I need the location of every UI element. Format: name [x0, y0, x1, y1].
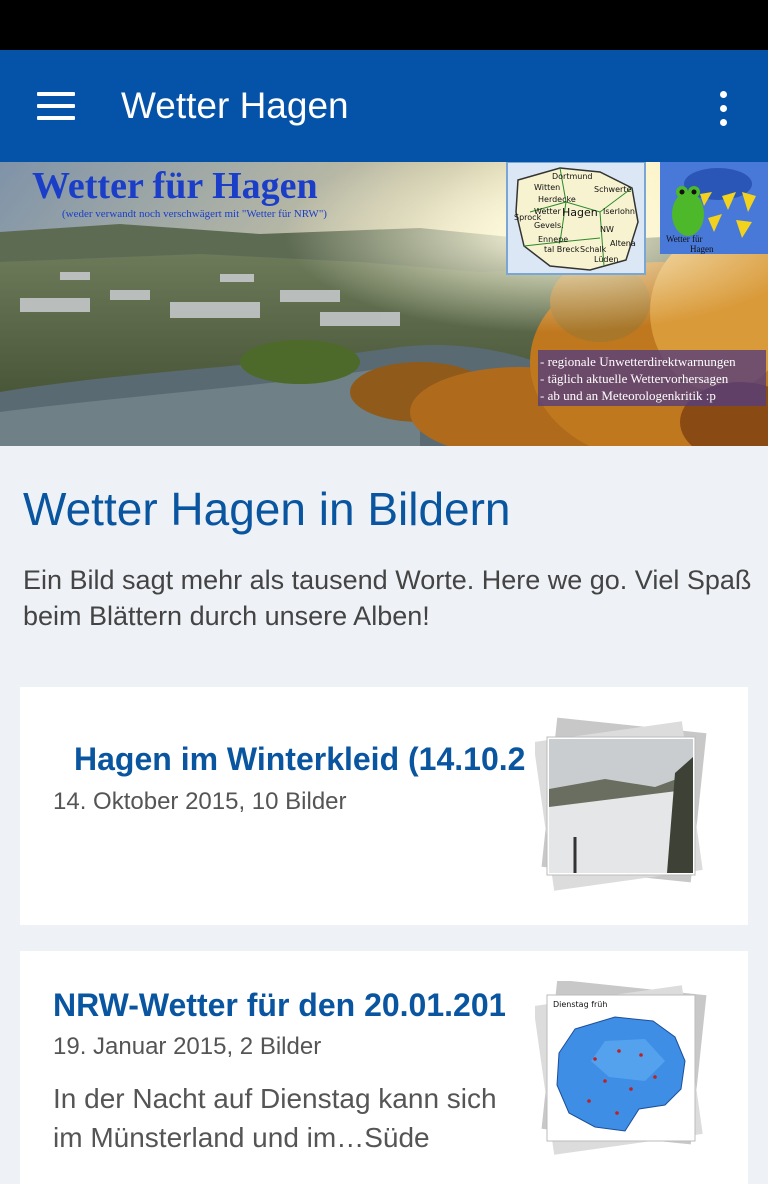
- svg-text:Herdecke: Herdecke: [538, 195, 576, 204]
- feature-item: - regionale Unwetterdirektwarnungen: [540, 354, 736, 369]
- svg-text:NW: NW: [600, 225, 614, 234]
- logo-text-line-2: Hagen: [690, 244, 714, 254]
- more-vertical-icon[interactable]: [700, 80, 746, 136]
- svg-text:Witten: Witten: [534, 183, 560, 192]
- album-excerpt: In der Nacht auf Dienstag kann sich im M…: [53, 1083, 497, 1153]
- album-meta: 14. Oktober 2015, 10 Bilder: [53, 788, 347, 815]
- album-meta: 19. Januar 2015, 2 Bilder: [53, 1033, 322, 1060]
- album-card[interactable]: Hagen im Winterkleid (14.10.2015) 14. Ok…: [20, 687, 748, 925]
- header-banner-image: Wetter für Hagen (weder verwandt noch ve…: [0, 162, 768, 446]
- album-thumbnail[interactable]: [533, 717, 715, 892]
- region-map: Dortmund Witten Schwerte Herdecke Wetter…: [506, 162, 646, 275]
- svg-text:Lüden: Lüden: [594, 255, 618, 264]
- hero-headline: Wetter für Hagen: [32, 165, 318, 207]
- svg-text:Gevels.: Gevels.: [534, 221, 564, 230]
- page-title: Wetter Hagen in Bildern: [23, 483, 511, 535]
- feature-item: - ab und an Meteorologenkritik :p: [540, 388, 716, 403]
- svg-text:Altena: Altena: [610, 239, 636, 248]
- svg-text:Schalk: Schalk: [580, 245, 607, 254]
- thumbnail-caption: Dienstag früh: [553, 1000, 607, 1009]
- svg-text:Ennepe: Ennepe: [538, 235, 568, 244]
- svg-text:Dortmund: Dortmund: [552, 172, 593, 181]
- album-title[interactable]: Hagen im Winterkleid (14.10.2015): [74, 741, 526, 778]
- hamburger-menu-icon[interactable]: [22, 76, 90, 136]
- hero-tagline: (weder verwandt noch verschwägert mit "W…: [62, 208, 327, 220]
- page-subtitle: Ein Bild sagt mehr als tausend Worte. He…: [23, 565, 752, 631]
- feature-list: - regionale Unwetterdirektwarnungen - tä…: [538, 350, 766, 406]
- feature-item: - täglich aktuelle Wettervorhersagen: [540, 371, 729, 386]
- album-title[interactable]: NRW-Wetter für den 20.01.2015: [53, 987, 505, 1024]
- svg-text:tal Breck: tal Breck: [544, 245, 580, 254]
- app-title: Wetter Hagen: [121, 85, 349, 126]
- frog-logo: Wetter für Hagen: [660, 162, 768, 254]
- logo-text-line-1: Wetter für: [666, 234, 703, 244]
- album-card[interactable]: NRW-Wetter für den 20.01.2015 19. Januar…: [20, 951, 748, 1184]
- album-thumbnail[interactable]: Dienstag früh: [533, 979, 715, 1156]
- status-bar: [0, 0, 768, 50]
- svg-text:Iserlohn: Iserlohn: [603, 207, 635, 216]
- app-bar: Wetter Hagen: [0, 50, 768, 162]
- svg-text:Hagen: Hagen: [562, 206, 598, 219]
- svg-text:Schwerte: Schwerte: [594, 185, 631, 194]
